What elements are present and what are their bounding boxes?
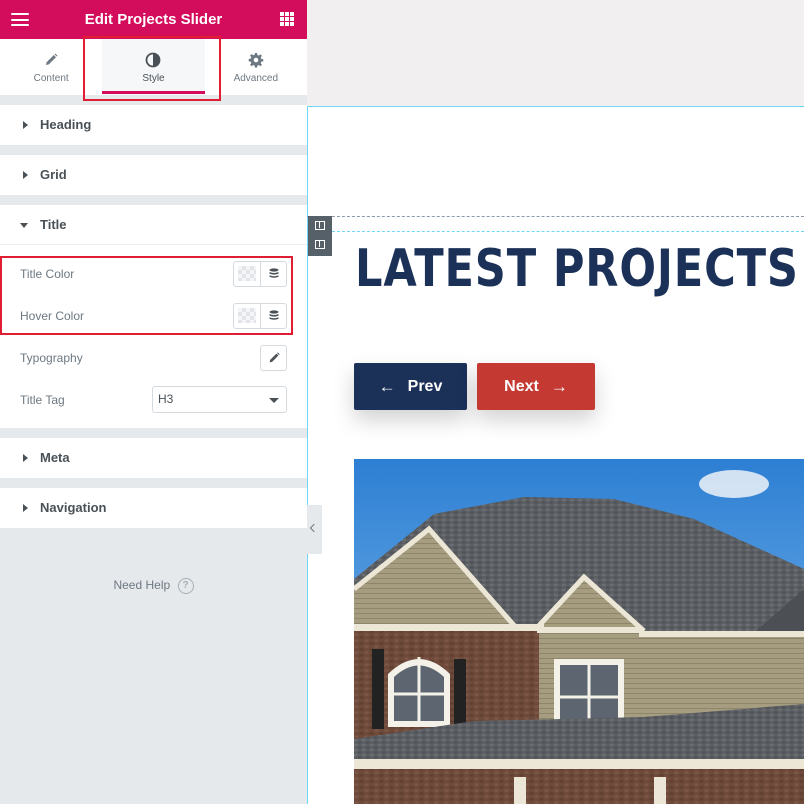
pencil-icon: [46, 53, 58, 65]
latest-projects-heading: LATEST PROJECTS: [355, 239, 799, 299]
title-tag-value: H3: [158, 392, 174, 406]
need-help-link[interactable]: Need Help ?: [0, 578, 307, 594]
arrow-right-icon: →: [550, 376, 568, 396]
caret-right-icon: [23, 121, 28, 129]
panel-tabs: Content Style Advanced: [0, 39, 307, 95]
hover-color-swatch[interactable]: [234, 304, 261, 328]
section-meta[interactable]: Meta: [0, 438, 307, 478]
title-tag-label: Title Tag: [20, 393, 65, 407]
pencil-icon: [269, 352, 280, 363]
contrast-icon: [146, 52, 161, 68]
panel-collapse-handle[interactable]: [307, 505, 322, 554]
project-image[interactable]: [354, 459, 804, 804]
title-color-label: Title Color: [20, 267, 75, 281]
section-title: Heading: [40, 117, 92, 132]
gear-icon: [248, 53, 264, 68]
section-title: Grid: [40, 167, 67, 182]
caret-right-icon: [23, 504, 28, 512]
tab-label: Content: [33, 73, 69, 84]
title-color-swatch[interactable]: [234, 262, 261, 286]
tab-advanced[interactable]: Advanced: [205, 39, 307, 95]
caret-right-icon: [23, 171, 28, 179]
section-title-header[interactable]: Title: [0, 205, 307, 245]
tab-content[interactable]: Content: [0, 39, 102, 95]
caret-down-icon: [20, 223, 28, 228]
section-divider: [307, 216, 804, 217]
database-icon: [269, 310, 279, 320]
section-grid[interactable]: Grid: [0, 155, 307, 195]
tab-label: Style: [142, 73, 165, 84]
arrow-left-icon: ←: [378, 376, 396, 396]
section-title: Navigation: [40, 500, 107, 515]
panel-title: Edit Projects Slider: [84, 11, 223, 28]
title-color-globals-button[interactable]: [261, 262, 286, 286]
section-navigation[interactable]: Navigation: [0, 488, 307, 528]
tab-label: Advanced: [233, 73, 279, 84]
title-color-picker: [233, 261, 287, 287]
column-outline: [332, 231, 804, 232]
prev-label: Prev: [407, 377, 443, 395]
panel-header: Edit Projects Slider: [0, 0, 307, 39]
typography-edit-button[interactable]: [260, 345, 287, 371]
hover-color-picker: [233, 303, 287, 329]
chevron-down-icon: [269, 398, 279, 403]
caret-right-icon: [23, 454, 28, 462]
title-tag-select[interactable]: H3: [152, 386, 287, 413]
house-photo: [354, 459, 804, 804]
tab-style[interactable]: Style: [102, 39, 205, 95]
editor-panel: Edit Projects Slider Content Style Advan…: [0, 0, 307, 804]
column-edit-handle[interactable]: [308, 216, 332, 256]
database-icon: [269, 268, 279, 278]
next-label: Next: [504, 377, 539, 395]
column-icon: [315, 221, 325, 230]
hover-color-label: Hover Color: [20, 309, 85, 323]
need-help-label: Need Help: [113, 578, 171, 593]
section-title: Meta: [40, 450, 70, 465]
prev-button[interactable]: ← Prev: [354, 363, 467, 410]
hover-color-globals-button[interactable]: [261, 304, 286, 328]
typography-label: Typography: [20, 351, 83, 365]
question-circle-icon: ?: [177, 578, 194, 594]
grid-icon[interactable]: [280, 12, 294, 26]
column-icon: [315, 240, 325, 249]
section-title: Title: [40, 217, 67, 232]
section-heading[interactable]: Heading: [0, 105, 307, 145]
next-button[interactable]: Next →: [477, 363, 595, 410]
